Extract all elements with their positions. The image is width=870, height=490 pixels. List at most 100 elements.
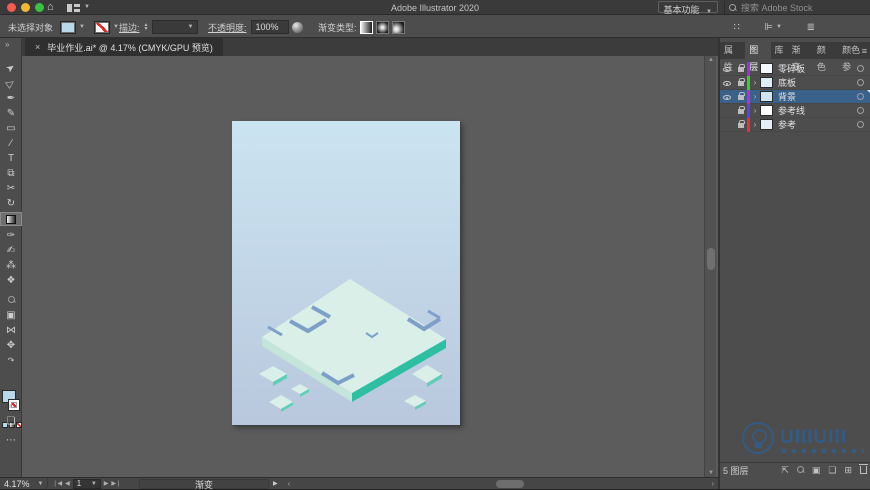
layer-row[interactable]: › 参考线 — [720, 103, 870, 118]
make-clipping-mask-icon[interactable]: ▣ — [812, 463, 821, 478]
target-circle[interactable] — [857, 93, 864, 100]
width-tool[interactable]: ⋈ — [0, 324, 22, 338]
scroll-down-icon[interactable]: ▼ — [705, 470, 717, 476]
dots-grid-icon[interactable]: ∷ — [734, 16, 740, 38]
last-artboard-button[interactable]: ▶❘ — [111, 480, 121, 487]
blend-tool[interactable]: ❖ — [0, 274, 22, 288]
disclosure-icon[interactable]: › — [750, 106, 760, 115]
lock-toggle[interactable] — [734, 63, 747, 74]
vertical-scrollbar[interactable]: ▲ ▼ — [704, 56, 716, 477]
status-popup-icon[interactable]: ▶ — [273, 480, 278, 487]
disclosure-icon[interactable]: › — [750, 92, 760, 101]
toolbar-collapse-icon[interactable]: » — [5, 40, 9, 49]
opacity-label[interactable]: 不透明度: — [208, 21, 247, 34]
direct-selection-tool[interactable]: ▷ — [0, 77, 22, 91]
puppet-warp-tool[interactable]: ✥ — [0, 339, 22, 353]
curvature-tool[interactable]: ✎ — [0, 107, 22, 121]
previous-artboard-button[interactable]: ◀ — [65, 480, 70, 487]
line-segment-tool[interactable]: ∕ — [0, 137, 22, 151]
gradient-radial-button[interactable] — [375, 20, 389, 34]
stroke-weight-label[interactable]: 描边: — [119, 21, 140, 34]
new-sublayer-icon[interactable]: ❏ — [828, 463, 836, 478]
new-layer-icon[interactable]: ⊞ — [844, 463, 852, 478]
search-input[interactable] — [741, 2, 851, 13]
panel-menu-icon[interactable]: ≡ — [862, 46, 867, 56]
artboard-number-field[interactable]: 1 ▼ — [72, 478, 101, 489]
disclosure-icon[interactable]: › — [750, 64, 760, 73]
delete-layer-icon[interactable] — [859, 464, 868, 474]
tab-properties[interactable]: 属性 — [720, 42, 745, 72]
stroke-color-swatch[interactable] — [93, 20, 110, 34]
properties-list-icon[interactable]: ≣ — [807, 16, 815, 38]
artboard[interactable] — [232, 121, 460, 425]
layer-row[interactable]: › 零碎板 — [720, 61, 870, 76]
artboard-tool[interactable]: ▣ — [0, 309, 22, 323]
locate-object-icon[interactable] — [796, 463, 804, 478]
visibility-toggle[interactable] — [720, 92, 734, 102]
layer-name[interactable]: 底板 — [778, 76, 857, 89]
stroke-color-chevron-icon[interactable]: ▼ — [113, 24, 119, 30]
disclosure-icon[interactable]: › — [750, 78, 760, 87]
layer-name[interactable]: 参考 — [778, 118, 857, 131]
lock-toggle[interactable] — [734, 91, 747, 102]
layer-thumbnail[interactable] — [760, 119, 773, 130]
visibility-toggle[interactable] — [720, 64, 734, 74]
vertical-scrollbar-thumb[interactable] — [707, 248, 715, 270]
document-arrange-icon[interactable]: ⊫ ▼ — [764, 16, 782, 38]
workspace-switcher[interactable]: 基本功能 ▼ — [657, 1, 718, 15]
target-circle[interactable] — [857, 121, 864, 128]
zoom-tool[interactable] — [0, 294, 22, 308]
layer-thumbnail[interactable] — [760, 63, 773, 74]
scissors-tool[interactable]: ✂ — [0, 182, 22, 196]
layer-row[interactable]: › 参考 — [720, 117, 870, 132]
layer-name[interactable]: 零碎板 — [778, 62, 857, 75]
recolor-artwork-icon[interactable] — [292, 21, 303, 33]
swap-fill-stroke-icon[interactable]: ↷ — [0, 354, 22, 368]
lock-toggle[interactable] — [734, 105, 747, 116]
screen-mode-button[interactable]: ❏ — [0, 415, 22, 429]
pen-tool[interactable]: ✒ — [0, 92, 22, 106]
edit-toolbar-button[interactable]: ⋯ — [0, 434, 22, 448]
target-circle[interactable] — [857, 65, 864, 72]
document-tab[interactable]: × 毕业作业.ai* @ 4.17% (CMYK/GPU 预览) — [25, 38, 223, 56]
layer-name[interactable]: 参考线 — [778, 104, 857, 117]
collect-for-export-icon[interactable]: ⇱ — [781, 463, 789, 478]
first-artboard-button[interactable]: ❘◀ — [52, 480, 62, 487]
rotate-tool[interactable]: ↻ — [0, 197, 22, 211]
fill-color-chevron-icon[interactable]: ▼ — [79, 24, 85, 30]
layer-thumbnail[interactable] — [760, 77, 773, 88]
type-tool[interactable]: T — [0, 152, 22, 166]
layer-name[interactable]: 背景 — [778, 90, 857, 103]
lock-toggle[interactable] — [734, 77, 747, 88]
next-artboard-button[interactable]: ▶ — [104, 480, 109, 487]
visibility-toggle[interactable] — [720, 78, 734, 88]
target-circle[interactable] — [857, 107, 864, 114]
rectangle-tool[interactable]: ▭ — [0, 122, 22, 136]
gradient-freeform-button[interactable] — [391, 20, 405, 34]
close-tab-icon[interactable]: × — [35, 42, 40, 52]
horizontal-scrollbar[interactable]: ‹ › — [286, 478, 718, 490]
tab-color[interactable]: 颜色 — [813, 42, 838, 72]
tab-gradient[interactable]: 渐变 — [788, 42, 813, 72]
scroll-left-icon[interactable]: ‹ — [288, 478, 291, 490]
canvas-pasteboard[interactable]: ▲ ▼ — [22, 56, 718, 477]
opacity-field[interactable]: 100% — [250, 20, 289, 34]
zoom-level-control[interactable]: 4.17% ▼ — [0, 477, 49, 490]
eyedropper-tool[interactable]: ✑ — [0, 229, 22, 243]
symbol-sprayer-tool[interactable]: ⁂ — [0, 259, 22, 273]
fill-color-swatch[interactable] — [60, 20, 76, 34]
gradient-linear-button[interactable] — [359, 20, 373, 34]
lock-toggle[interactable] — [734, 119, 747, 130]
target-circle[interactable] — [857, 79, 864, 86]
gradient-tool[interactable] — [0, 212, 22, 226]
stroke-weight-field[interactable]: ▼ — [152, 20, 199, 34]
scroll-up-icon[interactable]: ▲ — [705, 57, 717, 63]
stroke-weight-stepper[interactable]: ▲ ▼ — [144, 23, 149, 32]
horizontal-scrollbar-thumb[interactable] — [495, 479, 524, 488]
draw-mode-button[interactable]: ◐ — [0, 400, 22, 414]
layer-row[interactable]: › 底板 — [720, 75, 870, 90]
free-transform-tool[interactable]: ⧉ — [0, 167, 22, 181]
layer-row-selected[interactable]: › 背景 — [720, 89, 870, 104]
scroll-right-icon[interactable]: › — [711, 478, 714, 490]
paintbrush-tool[interactable]: ✍ — [0, 244, 22, 258]
